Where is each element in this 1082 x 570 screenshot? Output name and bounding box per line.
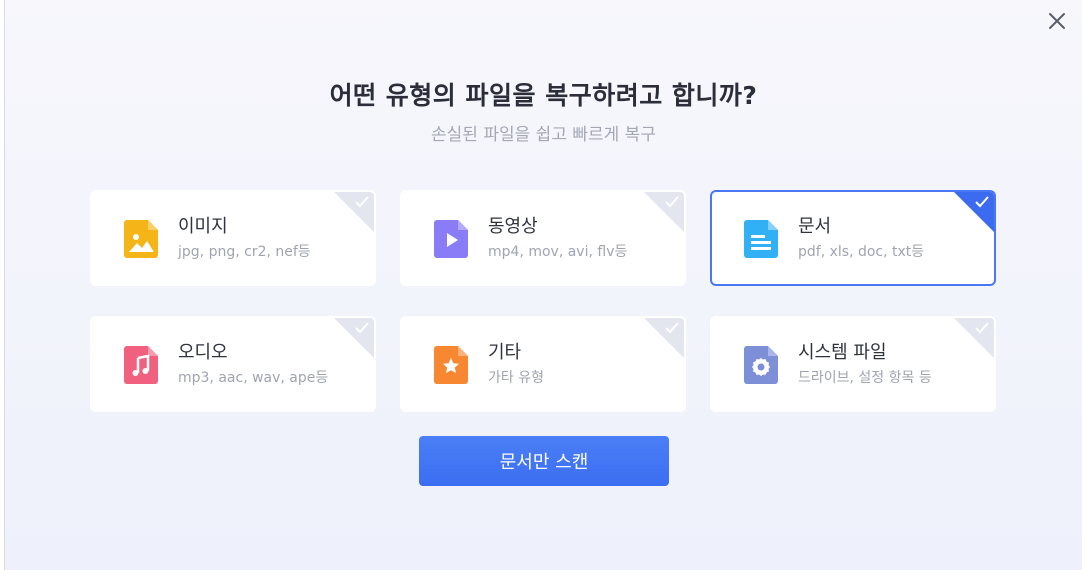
card-name: 오디오 [178,342,228,363]
card-name: 동영상 [488,216,538,237]
card-description: mp3, aac, wav, ape등 [178,370,329,386]
dialog-subtitle: 손실된 파일을 쉽고 빠르게 복구 [431,125,656,145]
dialog-title: 어떤 유형의 파일을 복구하려고 합니까? [329,81,758,110]
file-type-card-image[interactable]: 이미지 jpg, png, cr2, nef등 [90,190,376,286]
video-file-icon [434,220,468,258]
system-file-icon [744,346,778,384]
close-icon [1049,13,1065,29]
card-description: mp4, mov, avi, flv등 [488,244,628,260]
image-file-icon [124,220,158,258]
check-icon [975,196,989,208]
check-icon [665,322,679,334]
file-type-card-audio[interactable]: 오디오 mp3, aac, wav, ape등 [90,316,376,412]
file-type-card-document[interactable]: 문서 pdf, xls, doc, txt등 [710,190,996,286]
file-type-card-system[interactable]: 시스템 파일 드라이브, 설정 항목 등 [710,316,996,412]
card-description: pdf, xls, doc, txt등 [798,244,925,260]
check-icon [355,196,369,208]
check-icon [355,322,369,334]
file-type-card-other[interactable]: 기타 가타 유형 [400,316,686,412]
card-description: jpg, png, cr2, nef등 [178,244,311,260]
other-file-icon [434,346,468,384]
document-file-icon [744,220,778,258]
audio-file-icon [124,346,158,384]
card-name: 이미지 [178,216,228,237]
card-description: 드라이브, 설정 항목 등 [798,370,932,386]
card-name: 시스템 파일 [798,342,887,363]
check-icon [665,196,679,208]
check-icon [975,322,989,334]
card-name: 기타 [488,342,522,363]
close-button[interactable] [1046,10,1068,32]
recovery-type-dialog: 어떤 유형의 파일을 복구하려고 합니까? 손실된 파일을 쉽고 빠르게 복구 … [4,0,1082,570]
card-description: 가타 유형 [488,370,544,386]
card-name: 문서 [798,216,832,237]
scan-documents-button[interactable]: 문서만 스캔 [419,436,669,486]
file-type-card-video[interactable]: 동영상 mp4, mov, avi, flv등 [400,190,686,286]
